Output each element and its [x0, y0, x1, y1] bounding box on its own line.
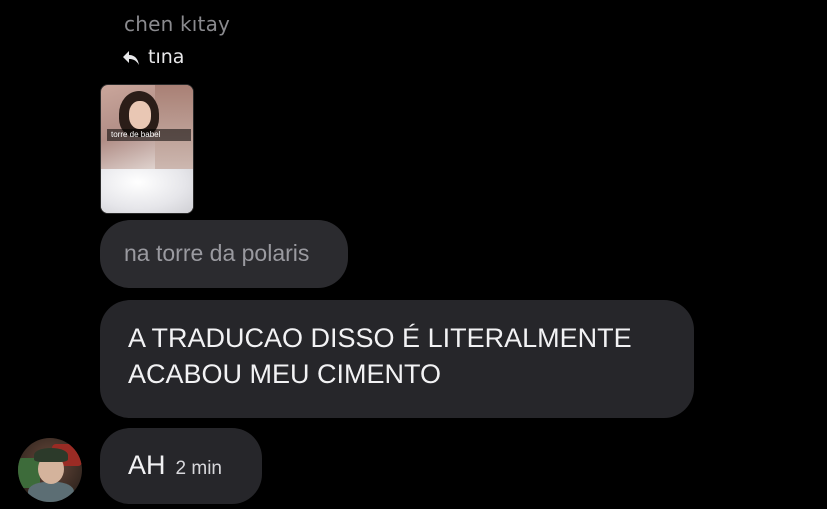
message-text-line-1: A TRADUCAO DISSO É LITERALMENTE — [128, 323, 632, 353]
reply-context-header: chen kıtay — [124, 12, 231, 36]
reply-arrow-icon — [122, 49, 140, 65]
video-thumbnail[interactable]: torre de babel — [100, 84, 194, 214]
avatar-hat — [34, 448, 68, 462]
thumbnail-blanket — [101, 169, 193, 213]
message-bubble-2[interactable]: A TRADUCAO DISSO É LITERALMENTE ACABOU M… — [100, 300, 694, 418]
reply-to-name: tına — [148, 46, 185, 68]
reply-to-label[interactable]: tına — [122, 46, 184, 68]
message-text: AH — [128, 450, 166, 480]
thumbnail-person-face — [129, 101, 151, 129]
message-bubble-1[interactable]: na torre da polaris — [100, 220, 348, 288]
sender-avatar[interactable] — [18, 438, 82, 502]
avatar-shirt — [28, 482, 74, 502]
thumbnail-caption: torre de babel — [107, 129, 191, 141]
message-timestamp: 2 min — [175, 458, 222, 479]
message-bubble-3[interactable]: AH 2 min — [100, 428, 262, 504]
message-text-line-2: ACABOU MEU CIMENTO — [128, 359, 442, 389]
message-text: na torre da polaris — [124, 240, 310, 266]
